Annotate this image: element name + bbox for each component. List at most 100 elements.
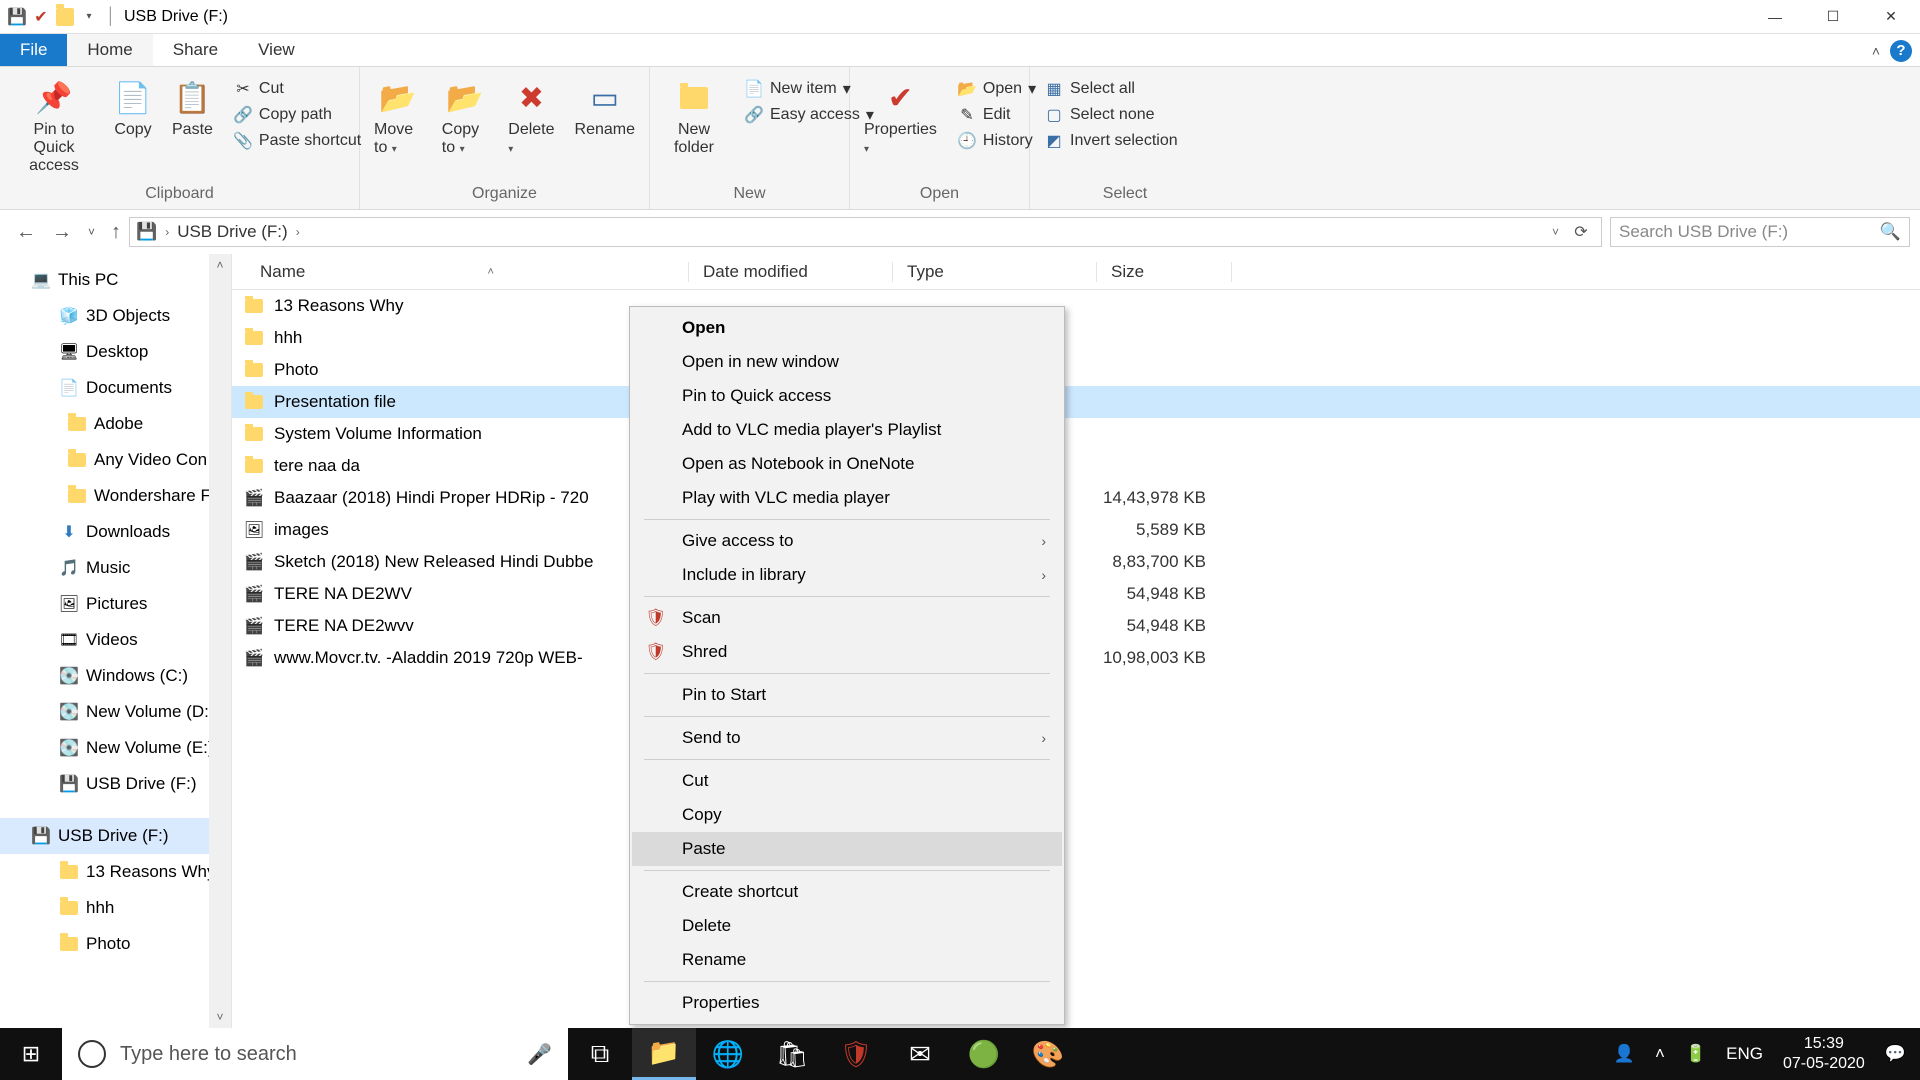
search-input[interactable]: Search USB Drive (F:) 🔍	[1610, 217, 1910, 247]
ctx-rename[interactable]: Rename	[632, 943, 1062, 977]
ctx-vlc-playlist[interactable]: Add to VLC media player's Playlist	[632, 413, 1062, 447]
taskbar-mcafee-icon[interactable]: 🛡	[824, 1028, 888, 1080]
tray-battery-icon[interactable]: 🔋	[1685, 1044, 1706, 1064]
history-button[interactable]: 🕘History	[957, 131, 1036, 151]
ctx-paste[interactable]: Paste	[632, 832, 1062, 866]
taskbar-chrome-icon[interactable]: 🟢	[952, 1028, 1016, 1080]
file-row[interactable]: 🎬TERE NA DE2WV54,948 KB	[232, 578, 1920, 610]
chevron-right-icon[interactable]: ›	[296, 225, 300, 239]
chevron-right-icon[interactable]: ›	[165, 225, 169, 239]
copy-button[interactable]: 📄 Copy	[104, 73, 162, 139]
sidebar-item-usb-f-root[interactable]: 💾USB Drive (F:)	[0, 818, 209, 854]
ctx-pin-start[interactable]: Pin to Start	[632, 678, 1062, 712]
ctx-onenote[interactable]: Open as Notebook in OneNote	[632, 447, 1062, 481]
sidebar-item-usb-f[interactable]: 💾USB Drive (F:)	[0, 766, 209, 802]
collapse-ribbon-icon[interactable]: ˄	[1872, 43, 1880, 59]
tab-view[interactable]: View	[238, 34, 315, 66]
refresh-button[interactable]: ⟳	[1567, 222, 1595, 242]
sidebar-item-any-video[interactable]: Any Video Con	[0, 442, 209, 478]
ctx-create-shortcut[interactable]: Create shortcut	[632, 875, 1062, 909]
ctx-open[interactable]: Open	[632, 311, 1062, 345]
tray-notifications-icon[interactable]: 💬	[1885, 1044, 1906, 1064]
sidebar-item-music[interactable]: 🎵Music	[0, 550, 209, 586]
file-row[interactable]: 13 Reasons Why	[232, 290, 1920, 322]
move-to-button[interactable]: 📂 Move to ▾	[364, 73, 432, 157]
file-row[interactable]: tere naa da	[232, 450, 1920, 482]
ctx-scan[interactable]: 🛡Scan	[632, 601, 1062, 635]
maximize-button[interactable]: ☐	[1804, 0, 1862, 34]
sidebar-item-documents[interactable]: 📄Documents	[0, 370, 209, 406]
ctx-give-access[interactable]: Give access to›	[632, 524, 1062, 558]
file-row[interactable]: hhh	[232, 322, 1920, 354]
taskbar-explorer-icon[interactable]: 📁	[632, 1028, 696, 1080]
sidebar-scrollbar[interactable]: ˄ ˅	[209, 254, 231, 1028]
copy-to-button[interactable]: 📂 Copy to ▾	[432, 73, 498, 157]
taskbar-edge-icon[interactable]: 🌐	[696, 1028, 760, 1080]
tray-clock[interactable]: 15:39 07-05-2020	[1783, 1034, 1865, 1074]
back-button[interactable]: ←	[16, 221, 36, 244]
up-button[interactable]: ↑	[111, 221, 121, 244]
cut-button[interactable]: ✂Cut	[233, 79, 361, 99]
tray-people-icon[interactable]: 👤	[1614, 1044, 1635, 1064]
select-none-button[interactable]: ▢Select none	[1044, 105, 1178, 125]
column-date[interactable]: Date modified	[688, 262, 892, 282]
sidebar-item-videos[interactable]: 🎞Videos	[0, 622, 209, 658]
edit-button[interactable]: ✎Edit	[957, 105, 1036, 125]
invert-selection-button[interactable]: ◩Invert selection	[1044, 131, 1178, 151]
properties-button[interactable]: ✔ Properties▾	[854, 73, 947, 157]
ctx-properties[interactable]: Properties	[632, 986, 1062, 1020]
taskbar-paint-icon[interactable]: 🎨	[1016, 1028, 1080, 1080]
sidebar-item-volume-e[interactable]: 💽New Volume (E:)	[0, 730, 209, 766]
sidebar-item-volume-d[interactable]: 💽New Volume (D:)	[0, 694, 209, 730]
sidebar-item-downloads[interactable]: ⬇Downloads	[0, 514, 209, 550]
select-all-button[interactable]: ▦Select all	[1044, 79, 1178, 99]
ctx-cut[interactable]: Cut	[632, 764, 1062, 798]
file-row[interactable]: 🎬Baazaar (2018) Hindi Proper HDRip - 720…	[232, 482, 1920, 514]
sidebar-item-sub2[interactable]: hhh	[0, 890, 209, 926]
sidebar-item-adobe[interactable]: Adobe	[0, 406, 209, 442]
breadcrumb-part[interactable]: USB Drive (F:)	[177, 222, 288, 242]
rename-button[interactable]: ▭ Rename	[565, 73, 645, 139]
ctx-shred[interactable]: 🛡Shred	[632, 635, 1062, 669]
file-row[interactable]: 🎬www.Movcr.tv. -Aladdin 2019 720p WEB-10…	[232, 642, 1920, 674]
new-folder-button[interactable]: New folder	[654, 73, 734, 157]
ctx-pin-quick-access[interactable]: Pin to Quick access	[632, 379, 1062, 413]
sidebar-item-wondershare[interactable]: Wondershare F	[0, 478, 209, 514]
ctx-include-library[interactable]: Include in library›	[632, 558, 1062, 592]
task-view-button[interactable]: ⧉	[568, 1028, 632, 1080]
scroll-up-icon[interactable]: ˄	[216, 258, 223, 272]
tab-share[interactable]: Share	[153, 34, 238, 66]
help-icon[interactable]: ?	[1890, 40, 1912, 62]
close-button[interactable]: ✕	[1862, 0, 1920, 34]
mic-icon[interactable]: 🎤	[527, 1042, 552, 1067]
file-row[interactable]: Presentation file	[232, 386, 1920, 418]
recent-dropdown[interactable]: ˅	[88, 225, 95, 239]
file-row[interactable]: System Volume Information	[232, 418, 1920, 450]
tray-language[interactable]: ENG	[1726, 1044, 1763, 1064]
column-type[interactable]: Type	[892, 262, 1096, 282]
paste-button[interactable]: 📋 Paste	[162, 73, 223, 139]
copy-path-button[interactable]: 🔗Copy path	[233, 105, 361, 125]
sidebar-item-this-pc[interactable]: 💻This PC	[0, 262, 209, 298]
ctx-open-new-window[interactable]: Open in new window	[632, 345, 1062, 379]
taskbar-search[interactable]: Type here to search 🎤	[62, 1028, 568, 1080]
file-row[interactable]: 🎬Sketch (2018) New Released Hindi Dubbe8…	[232, 546, 1920, 578]
file-row[interactable]: 🖼images5,589 KB	[232, 514, 1920, 546]
delete-button[interactable]: ✖ Delete▾	[498, 73, 564, 157]
tray-chevron-icon[interactable]: ˄	[1655, 1044, 1665, 1064]
sidebar-item-pictures[interactable]: 🖼Pictures	[0, 586, 209, 622]
tab-home[interactable]: Home	[67, 34, 152, 66]
ctx-vlc-play[interactable]: Play with VLC media player	[632, 481, 1062, 515]
tab-file[interactable]: File	[0, 34, 67, 66]
taskbar-store-icon[interactable]: 🛍	[760, 1028, 824, 1080]
dropdown-icon[interactable]: ▾	[80, 8, 98, 26]
address-dropdown-icon[interactable]: ˅	[1552, 225, 1559, 239]
search-icon[interactable]: 🔍	[1880, 222, 1901, 242]
open-button[interactable]: 📂Open ▾	[957, 79, 1036, 99]
ctx-copy[interactable]: Copy	[632, 798, 1062, 832]
sidebar-item-desktop[interactable]: 🖥Desktop	[0, 334, 209, 370]
file-row[interactable]: Photo	[232, 354, 1920, 386]
scroll-down-icon[interactable]: ˅	[216, 1010, 223, 1024]
paste-shortcut-button[interactable]: 📎Paste shortcut	[233, 131, 361, 151]
ctx-send-to[interactable]: Send to›	[632, 721, 1062, 755]
